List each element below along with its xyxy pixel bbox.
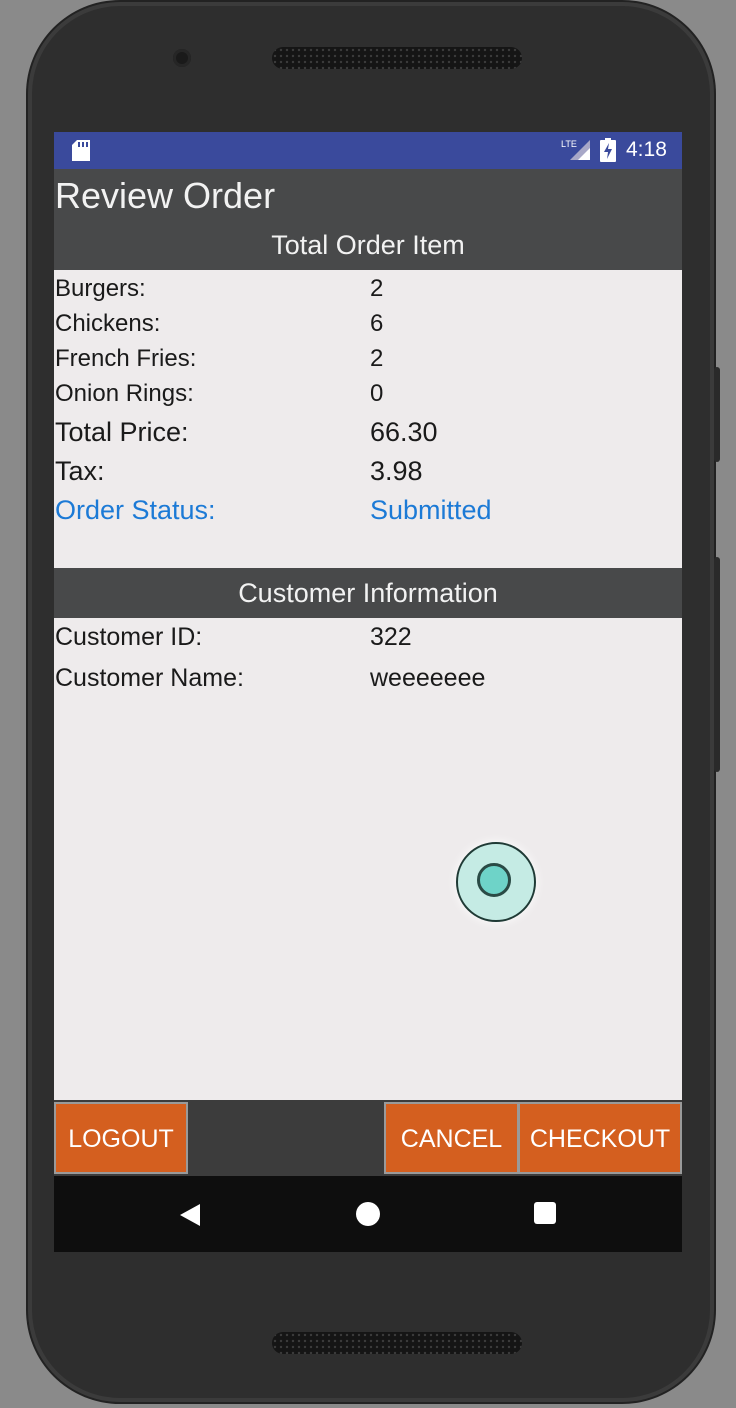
customer-section-header: Customer Information	[54, 568, 682, 618]
bottom-speaker	[272, 1332, 522, 1354]
lte-signal-icon: LTE	[561, 139, 590, 160]
row-value: 0	[370, 380, 384, 407]
top-speaker	[272, 47, 522, 69]
order-status-value: Submitted	[370, 495, 492, 525]
status-time: 4:18	[626, 138, 667, 161]
sd-card-icon	[72, 140, 90, 161]
row-value: 66.30	[370, 417, 438, 447]
row-value: 2	[370, 275, 384, 302]
row-label: French Fries:	[55, 345, 197, 372]
row-value: 322	[370, 623, 412, 651]
touch-indicator	[456, 842, 536, 922]
screen: LTE 4:18 Review Order Total Order Item B…	[54, 132, 682, 1252]
row-value: 2	[370, 345, 384, 372]
order-section-header: Total Order Item	[54, 220, 682, 270]
front-camera	[173, 49, 191, 67]
row-label: Customer Name:	[55, 664, 244, 692]
page-title: Review Order	[55, 175, 276, 216]
status-bar: LTE 4:18	[54, 132, 682, 169]
power-button	[714, 557, 720, 772]
row-label: Order Status:	[55, 495, 216, 525]
network-label: LTE	[561, 139, 577, 149]
button-bar: LOGOUT CANCEL CHECKOUT	[54, 1100, 682, 1176]
touch-indicator-dot	[477, 863, 511, 897]
row-value: weeeeeee	[370, 664, 486, 692]
checkout-button[interactable]: CHECKOUT	[518, 1102, 682, 1174]
row-label: Burgers:	[55, 275, 146, 302]
cancel-button[interactable]: CANCEL	[384, 1102, 519, 1174]
row-label: Onion Rings:	[55, 380, 194, 407]
battery-charging-icon	[600, 138, 616, 162]
row-value: 3.98	[370, 456, 423, 486]
row-label: Total Price:	[55, 417, 189, 447]
home-icon[interactable]	[356, 1202, 380, 1226]
row-label: Customer ID:	[55, 623, 203, 651]
logout-button[interactable]: LOGOUT	[54, 1102, 188, 1174]
volume-button	[714, 367, 720, 462]
row-label: Tax:	[55, 456, 105, 486]
navigation-bar	[54, 1176, 682, 1252]
recents-icon[interactable]	[534, 1202, 556, 1224]
row-value: 6	[370, 310, 384, 337]
back-icon[interactable]	[178, 1202, 204, 1228]
row-label: Chickens:	[55, 310, 161, 337]
